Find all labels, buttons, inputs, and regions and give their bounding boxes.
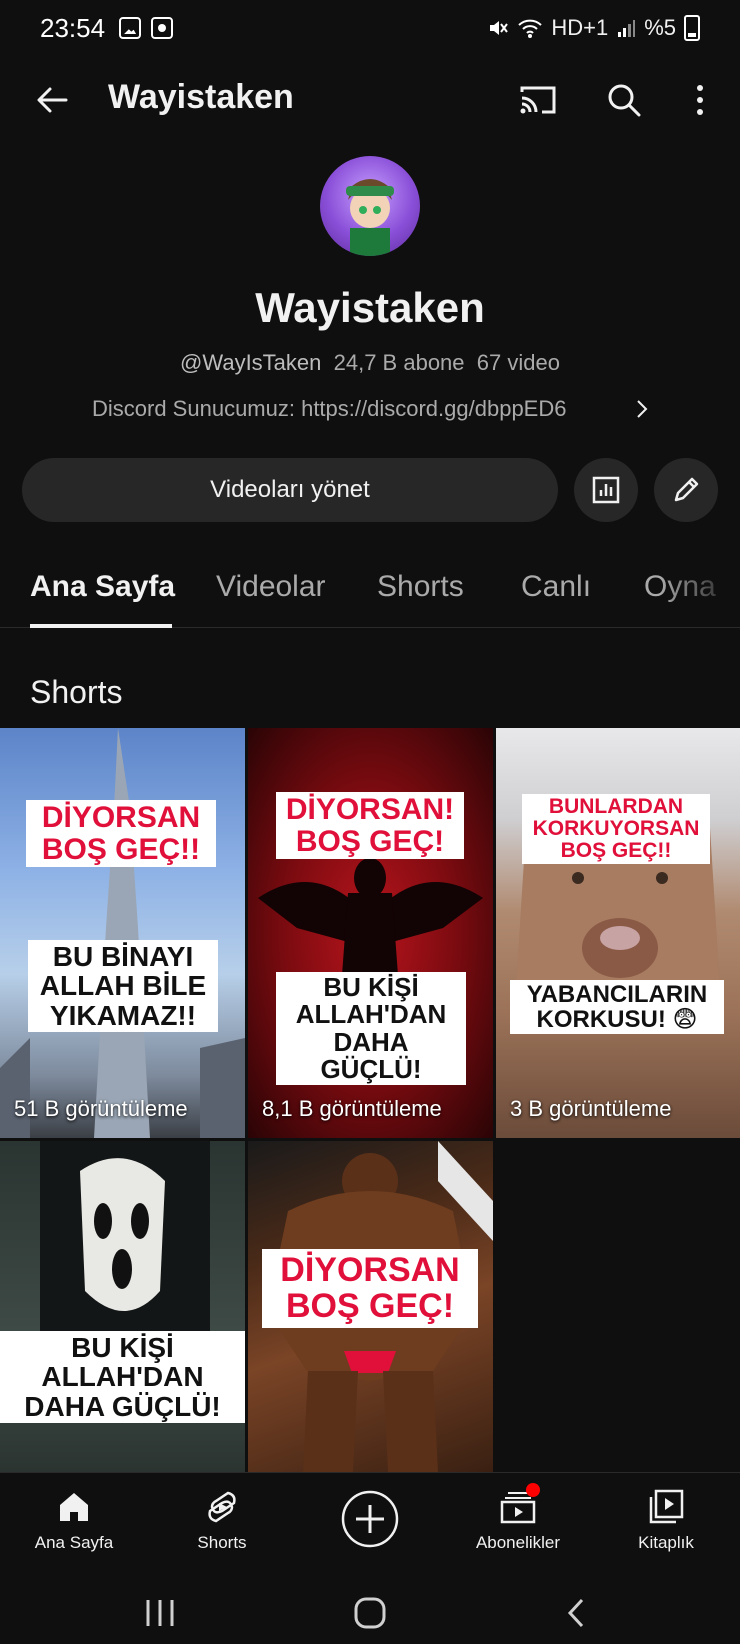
chevron-right-icon[interactable] (632, 396, 652, 422)
nav-library-label: Kitaplık (638, 1533, 694, 1552)
notification-dot (526, 1483, 540, 1497)
short-views: 3 B görüntüleme (510, 1096, 672, 1121)
status-bar: 23:54 HD+1 %5 (0, 0, 740, 56)
short-views: 51 B görüntüleme (14, 1096, 188, 1121)
channel-name: Wayistaken (255, 284, 485, 331)
channel-avatar[interactable] (320, 156, 420, 256)
short-thumbnail[interactable]: DİYORSAN! BOŞ GEÇ! BU KİŞİ ALLAH'DAN DAH… (248, 728, 493, 1138)
search-icon[interactable] (602, 78, 646, 122)
bottom-navigation: Ana Sayfa Shorts Abonelikler Kitaplık (0, 1472, 740, 1582)
network-type: HD+1 (551, 15, 609, 40)
short-bottom-caption: BU KİŞİ ALLAH'DAN DAHA GÜÇLÜ! (276, 972, 466, 1086)
short-top-caption: BUNLARDAN KORKUYORSAN BOŞ GEÇ!! (522, 794, 710, 865)
channel-tabs: Ana Sayfa Videolar Shorts Canlı Oyna (0, 556, 740, 628)
battery-percent: %5 (644, 15, 676, 40)
short-views: 8,1 B görüntüleme (262, 1096, 442, 1121)
nav-subscriptions[interactable]: Abonelikler (458, 1483, 578, 1553)
app-bar: Wayistaken (0, 60, 740, 140)
home-icon (60, 1493, 88, 1521)
nav-shorts-label: Shorts (197, 1533, 247, 1552)
nav-library[interactable]: Kitaplık (606, 1487, 726, 1553)
tab-home[interactable]: Ana Sayfa (30, 570, 175, 604)
manage-videos-button[interactable]: Videoları yönet (22, 458, 558, 522)
analytics-button[interactable] (574, 458, 638, 522)
record-notification-icon (151, 17, 174, 39)
home-system-icon[interactable] (350, 1596, 390, 1630)
short-bottom-caption: BU KİŞİ ALLAH'DAN DAHA GÜÇLÜ! (0, 1331, 245, 1424)
short-top-caption: DİYORSAN BOŞ GEÇ! (262, 1249, 478, 1329)
video-count: 67 video (476, 350, 560, 375)
app-bar-title: Wayistaken (108, 78, 294, 116)
battery-icon (684, 15, 700, 41)
short-thumbnail[interactable]: BUNLARDAN KORKUYORSAN BOŞ GEÇ!! YABANCIL… (496, 728, 740, 1138)
status-time: 23:54 (40, 12, 106, 43)
signal-icon (618, 20, 636, 37)
more-vert-icon[interactable] (682, 78, 718, 122)
nav-home-label: Ana Sayfa (34, 1533, 114, 1552)
channel-handle: @WayIsTaken (180, 350, 322, 375)
tab-videos[interactable]: Videolar (216, 570, 326, 604)
short-top-caption: DİYORSAN! BOŞ GEÇ! (276, 792, 464, 859)
wifi-icon (518, 19, 543, 38)
mute-icon (490, 21, 509, 35)
channel-description[interactable]: Discord Sunucumuz: https://discord.gg/db… (92, 396, 566, 422)
short-thumbnail[interactable]: DİYORSAN BOŞ GEÇ!! BU BİNAYI ALLAH BİLE … (0, 728, 245, 1138)
tab-shorts[interactable]: Shorts (377, 570, 464, 604)
analytics-icon (592, 476, 620, 504)
system-navigation (0, 1582, 740, 1644)
shorts-icon (208, 1491, 236, 1523)
recent-apps-icon[interactable] (140, 1596, 180, 1630)
create-icon[interactable] (340, 1489, 400, 1549)
subscriber-count: 24,7 B abone (333, 350, 465, 375)
back-icon[interactable] (30, 78, 74, 122)
short-top-caption: DİYORSAN BOŞ GEÇ!! (26, 800, 216, 867)
pencil-icon (674, 477, 699, 502)
section-title: Shorts (30, 674, 123, 710)
library-icon (649, 1489, 684, 1524)
tower-image (0, 728, 245, 1138)
nav-subscriptions-label: Abonelikler (475, 1533, 561, 1552)
nav-shorts[interactable]: Shorts (162, 1487, 282, 1553)
nav-home[interactable]: Ana Sayfa (14, 1487, 134, 1553)
short-thumbnail[interactable]: BU KİŞİ ALLAH'DAN DAHA GÜÇLÜ! (0, 1141, 245, 1472)
channel-meta: @WayIsTaken 24,7 B abone 67 video (0, 350, 740, 376)
cast-icon[interactable] (516, 78, 560, 122)
dog-image (516, 808, 720, 1023)
back-system-icon[interactable] (558, 1596, 598, 1630)
tab-live[interactable]: Canlı (521, 570, 591, 604)
tab-indicator (30, 624, 172, 628)
short-bottom-caption: BU BİNAYI ALLAH BİLE YIKAMAZ!! (28, 940, 218, 1033)
edit-channel-button[interactable] (654, 458, 718, 522)
avatar-character-icon (346, 179, 394, 256)
short-thumbnail[interactable]: DİYORSAN BOŞ GEÇ! (248, 1141, 493, 1472)
short-bottom-caption: YABANCILARIN KORKUSU! 😨 (510, 980, 724, 1035)
gallery-notification-icon (119, 17, 142, 39)
tabs-fade (660, 556, 740, 626)
